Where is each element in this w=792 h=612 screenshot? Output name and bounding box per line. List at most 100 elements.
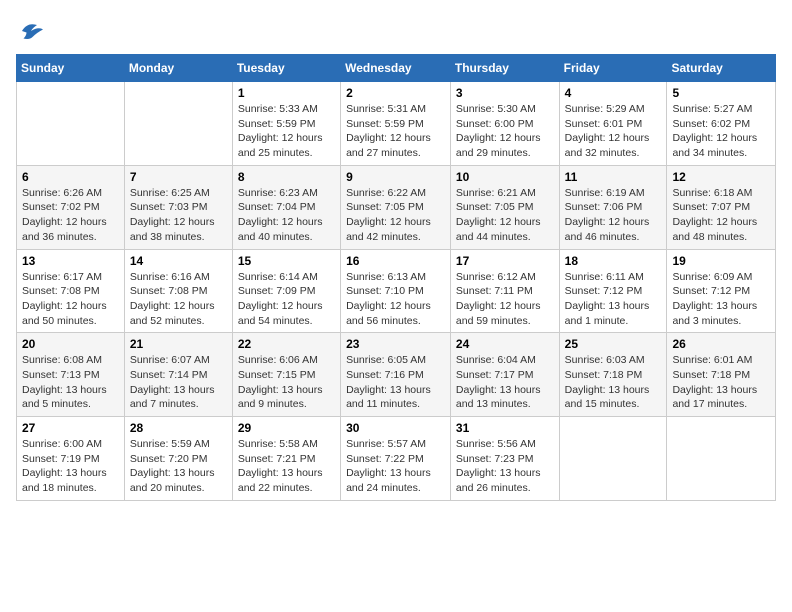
day-detail: Sunrise: 6:06 AMSunset: 7:15 PMDaylight:… bbox=[238, 353, 335, 412]
calendar-week-row: 20 Sunrise: 6:08 AMSunset: 7:13 PMDayligh… bbox=[17, 333, 776, 417]
day-header-friday: Friday bbox=[559, 55, 667, 82]
calendar-cell: 31 Sunrise: 5:56 AMSunset: 7:23 PMDayligh… bbox=[450, 417, 559, 501]
logo bbox=[16, 16, 50, 46]
day-header-sunday: Sunday bbox=[17, 55, 125, 82]
day-number: 5 bbox=[672, 86, 770, 100]
logo-icon bbox=[16, 16, 46, 46]
day-number: 23 bbox=[346, 337, 445, 351]
calendar-cell bbox=[17, 82, 125, 166]
day-header-monday: Monday bbox=[124, 55, 232, 82]
calendar-cell: 26 Sunrise: 6:01 AMSunset: 7:18 PMDayligh… bbox=[667, 333, 776, 417]
day-number: 25 bbox=[565, 337, 662, 351]
day-header-tuesday: Tuesday bbox=[232, 55, 340, 82]
calendar-cell bbox=[559, 417, 667, 501]
day-number: 11 bbox=[565, 170, 662, 184]
calendar-week-row: 1 Sunrise: 5:33 AMSunset: 5:59 PMDaylight… bbox=[17, 82, 776, 166]
calendar-cell: 19 Sunrise: 6:09 AMSunset: 7:12 PMDayligh… bbox=[667, 249, 776, 333]
day-number: 19 bbox=[672, 254, 770, 268]
day-number: 27 bbox=[22, 421, 119, 435]
day-number: 20 bbox=[22, 337, 119, 351]
day-detail: Sunrise: 6:14 AMSunset: 7:09 PMDaylight:… bbox=[238, 270, 335, 329]
day-number: 7 bbox=[130, 170, 227, 184]
day-number: 21 bbox=[130, 337, 227, 351]
day-detail: Sunrise: 6:16 AMSunset: 7:08 PMDaylight:… bbox=[130, 270, 227, 329]
day-number: 2 bbox=[346, 86, 445, 100]
day-detail: Sunrise: 6:11 AMSunset: 7:12 PMDaylight:… bbox=[565, 270, 662, 329]
day-header-saturday: Saturday bbox=[667, 55, 776, 82]
calendar-cell: 28Sunrise: 5:59 AMSunset: 7:20 PMDayligh… bbox=[124, 417, 232, 501]
day-number: 6 bbox=[22, 170, 119, 184]
day-number: 15 bbox=[238, 254, 335, 268]
day-number: 13 bbox=[22, 254, 119, 268]
day-detail: Sunrise: 5:31 AMSunset: 5:59 PMDaylight:… bbox=[346, 102, 445, 161]
day-detail: Sunrise: 6:22 AMSunset: 7:05 PMDaylight:… bbox=[346, 186, 445, 245]
day-detail: Sunrise: 6:17 AMSunset: 7:08 PMDaylight:… bbox=[22, 270, 119, 329]
calendar-cell: 6 Sunrise: 6:26 AMSunset: 7:02 PMDaylight… bbox=[17, 165, 125, 249]
calendar-cell: 29 Sunrise: 5:58 AMSunset: 7:21 PMDayligh… bbox=[232, 417, 340, 501]
calendar-cell: 12 Sunrise: 6:18 AMSunset: 7:07 PMDayligh… bbox=[667, 165, 776, 249]
day-detail: Sunrise: 6:13 AMSunset: 7:10 PMDaylight:… bbox=[346, 270, 445, 329]
day-detail: Sunrise: 6:26 AMSunset: 7:02 PMDaylight:… bbox=[22, 186, 119, 245]
day-number: 1 bbox=[238, 86, 335, 100]
day-header-wednesday: Wednesday bbox=[341, 55, 451, 82]
calendar-cell: 20 Sunrise: 6:08 AMSunset: 7:13 PMDayligh… bbox=[17, 333, 125, 417]
day-number: 16 bbox=[346, 254, 445, 268]
calendar-cell bbox=[124, 82, 232, 166]
day-number: 9 bbox=[346, 170, 445, 184]
calendar-week-row: 13 Sunrise: 6:17 AMSunset: 7:08 PMDayligh… bbox=[17, 249, 776, 333]
day-number: 8 bbox=[238, 170, 335, 184]
day-detail: Sunrise: 6:18 AMSunset: 7:07 PMDaylight:… bbox=[672, 186, 770, 245]
day-number: 17 bbox=[456, 254, 554, 268]
day-detail: Sunrise: 5:57 AMSunset: 7:22 PMDaylight:… bbox=[346, 437, 445, 496]
day-number: 26 bbox=[672, 337, 770, 351]
day-number: 4 bbox=[565, 86, 662, 100]
calendar-cell: 15 Sunrise: 6:14 AMSunset: 7:09 PMDayligh… bbox=[232, 249, 340, 333]
calendar-week-row: 6 Sunrise: 6:26 AMSunset: 7:02 PMDaylight… bbox=[17, 165, 776, 249]
day-detail: Sunrise: 5:56 AMSunset: 7:23 PMDaylight:… bbox=[456, 437, 554, 496]
day-detail: Sunrise: 5:30 AMSunset: 6:00 PMDaylight:… bbox=[456, 102, 554, 161]
calendar-cell: 25Sunrise: 6:03 AMSunset: 7:18 PMDayligh… bbox=[559, 333, 667, 417]
calendar-cell: 21 Sunrise: 6:07 AMSunset: 7:14 PMDayligh… bbox=[124, 333, 232, 417]
calendar-cell bbox=[667, 417, 776, 501]
calendar-cell: 4Sunrise: 5:29 AMSunset: 6:01 PMDaylight… bbox=[559, 82, 667, 166]
calendar-cell: 7Sunrise: 6:25 AMSunset: 7:03 PMDaylight… bbox=[124, 165, 232, 249]
day-detail: Sunrise: 5:58 AMSunset: 7:21 PMDaylight:… bbox=[238, 437, 335, 496]
page-header bbox=[16, 16, 776, 46]
calendar-cell: 16 Sunrise: 6:13 AMSunset: 7:10 PMDayligh… bbox=[341, 249, 451, 333]
day-detail: Sunrise: 6:21 AMSunset: 7:05 PMDaylight:… bbox=[456, 186, 554, 245]
day-number: 30 bbox=[346, 421, 445, 435]
calendar-cell: 9 Sunrise: 6:22 AMSunset: 7:05 PMDaylight… bbox=[341, 165, 451, 249]
calendar-week-row: 27Sunrise: 6:00 AMSunset: 7:19 PMDayligh… bbox=[17, 417, 776, 501]
calendar-cell: 2 Sunrise: 5:31 AMSunset: 5:59 PMDaylight… bbox=[341, 82, 451, 166]
day-number: 28 bbox=[130, 421, 227, 435]
calendar-table: SundayMondayTuesdayWednesdayThursdayFrid… bbox=[16, 54, 776, 501]
day-number: 24 bbox=[456, 337, 554, 351]
day-number: 3 bbox=[456, 86, 554, 100]
calendar-cell: 27Sunrise: 6:00 AMSunset: 7:19 PMDayligh… bbox=[17, 417, 125, 501]
day-detail: Sunrise: 6:07 AMSunset: 7:14 PMDaylight:… bbox=[130, 353, 227, 412]
day-number: 22 bbox=[238, 337, 335, 351]
day-detail: Sunrise: 6:09 AMSunset: 7:12 PMDaylight:… bbox=[672, 270, 770, 329]
day-detail: Sunrise: 6:01 AMSunset: 7:18 PMDaylight:… bbox=[672, 353, 770, 412]
day-detail: Sunrise: 5:33 AMSunset: 5:59 PMDaylight:… bbox=[238, 102, 335, 161]
day-header-thursday: Thursday bbox=[450, 55, 559, 82]
day-number: 12 bbox=[672, 170, 770, 184]
calendar-cell: 30 Sunrise: 5:57 AMSunset: 7:22 PMDayligh… bbox=[341, 417, 451, 501]
day-detail: Sunrise: 6:12 AMSunset: 7:11 PMDaylight:… bbox=[456, 270, 554, 329]
day-detail: Sunrise: 5:27 AMSunset: 6:02 PMDaylight:… bbox=[672, 102, 770, 161]
day-number: 31 bbox=[456, 421, 554, 435]
calendar-cell: 24 Sunrise: 6:04 AMSunset: 7:17 PMDayligh… bbox=[450, 333, 559, 417]
day-detail: Sunrise: 6:04 AMSunset: 7:17 PMDaylight:… bbox=[456, 353, 554, 412]
calendar-cell: 18 Sunrise: 6:11 AMSunset: 7:12 PMDayligh… bbox=[559, 249, 667, 333]
day-number: 29 bbox=[238, 421, 335, 435]
day-number: 14 bbox=[130, 254, 227, 268]
calendar-cell: 11Sunrise: 6:19 AMSunset: 7:06 PMDayligh… bbox=[559, 165, 667, 249]
calendar-cell: 14 Sunrise: 6:16 AMSunset: 7:08 PMDayligh… bbox=[124, 249, 232, 333]
calendar-cell: 10Sunrise: 6:21 AMSunset: 7:05 PMDayligh… bbox=[450, 165, 559, 249]
day-detail: Sunrise: 6:08 AMSunset: 7:13 PMDaylight:… bbox=[22, 353, 119, 412]
calendar-cell: 1 Sunrise: 5:33 AMSunset: 5:59 PMDaylight… bbox=[232, 82, 340, 166]
calendar-cell: 3 Sunrise: 5:30 AMSunset: 6:00 PMDaylight… bbox=[450, 82, 559, 166]
calendar-cell: 22 Sunrise: 6:06 AMSunset: 7:15 PMDayligh… bbox=[232, 333, 340, 417]
day-number: 18 bbox=[565, 254, 662, 268]
calendar-cell: 5 Sunrise: 5:27 AMSunset: 6:02 PMDaylight… bbox=[667, 82, 776, 166]
